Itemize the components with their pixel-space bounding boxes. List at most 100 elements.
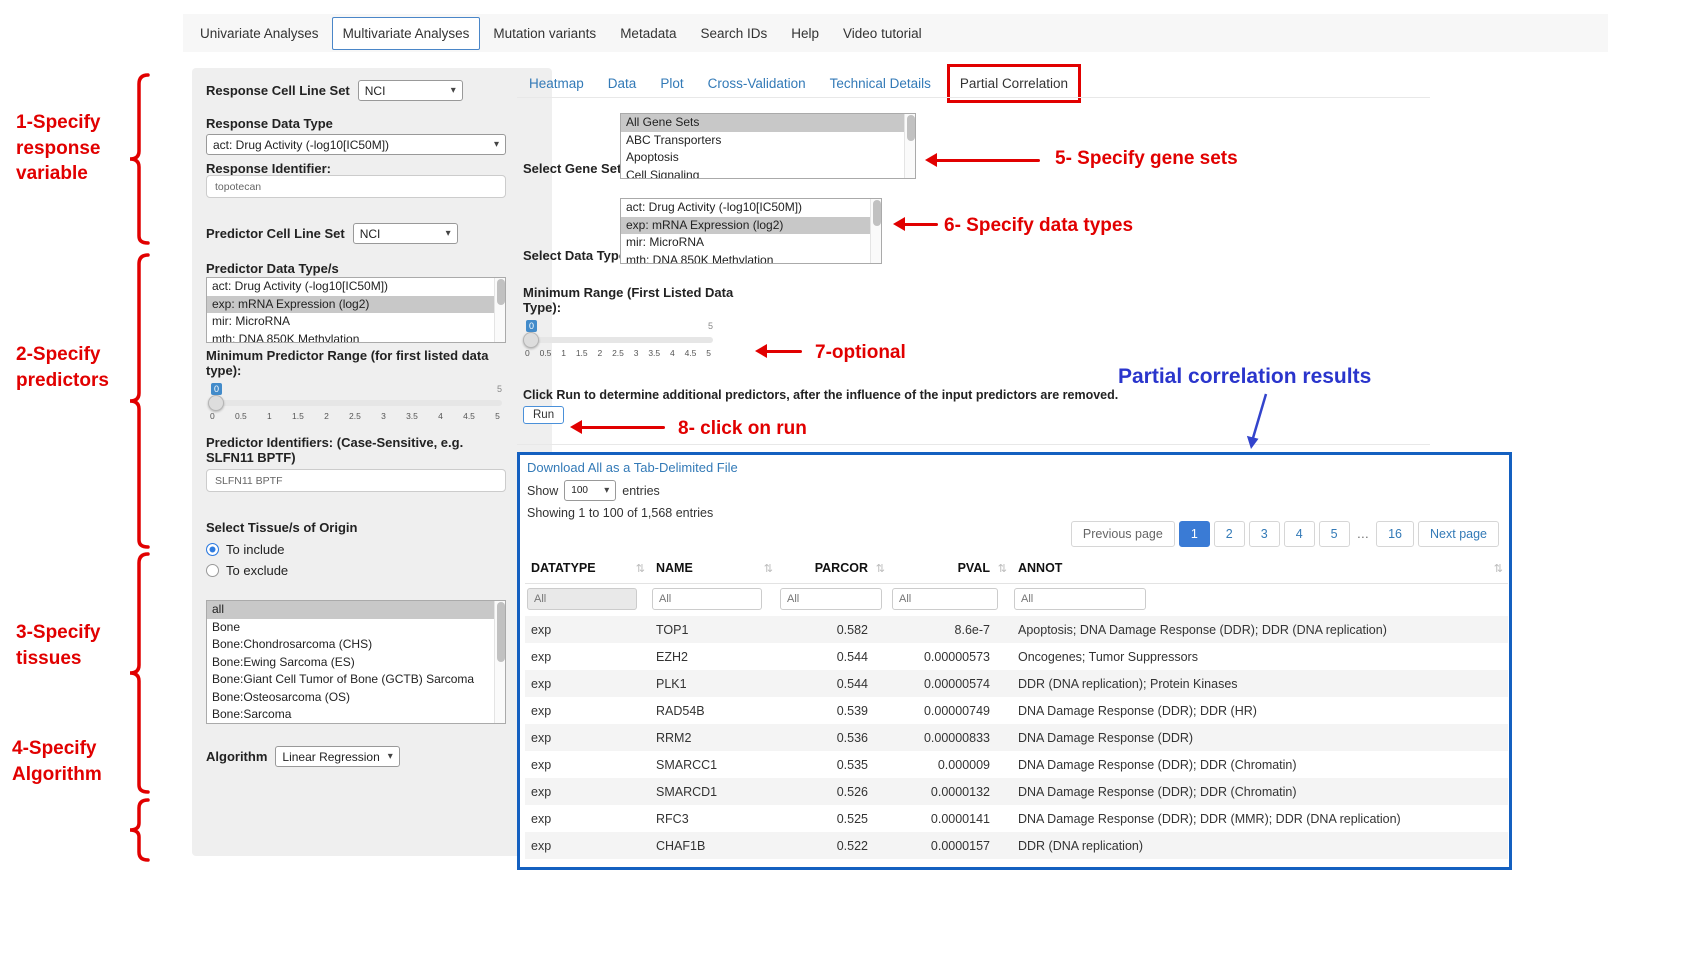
gene-set-option[interactable]: All Gene Sets [621, 114, 915, 132]
tab-search-ids[interactable]: Search IDs [689, 17, 778, 50]
algorithm-select[interactable]: Linear Regression ▾ [275, 746, 399, 767]
tissue-option[interactable]: Bone:Ewing Sarcoma (ES) [207, 654, 505, 672]
tick-label: 1.5 [576, 348, 588, 358]
table-row[interactable]: exp RRM2 0.536 0.00000833 DNA Damage Res… [525, 724, 1508, 751]
page-button-4[interactable]: 4 [1284, 521, 1315, 547]
column-header-name[interactable]: NAME⇅ [650, 553, 778, 584]
predictor-data-type-option[interactable]: mth: DNA 850K Methylation [207, 331, 505, 344]
slider-track[interactable] [523, 337, 713, 343]
min-predictor-range-slider[interactable]: 5 0 00.511.522.533.544.55 [208, 383, 502, 427]
gene-set-option[interactable]: Apoptosis [621, 149, 915, 167]
table-row[interactable]: exp TOP1 0.582 8.6e-7 Apoptosis; DNA Dam… [525, 616, 1508, 643]
response-cell-line-select[interactable]: NCI ▾ [358, 80, 463, 101]
slider-track[interactable] [208, 400, 502, 406]
table-row[interactable]: exp RAD54B 0.539 0.00000749 DNA Damage R… [525, 697, 1508, 724]
tab-help[interactable]: Help [780, 17, 830, 50]
tissue-option[interactable]: Peripheral_Nervous_System [207, 724, 505, 725]
slider-handle[interactable] [208, 395, 224, 411]
tissue-include-radio[interactable]: To include [206, 542, 285, 557]
predictor-identifiers-input[interactable] [206, 469, 506, 492]
tissue-option[interactable]: all [207, 601, 505, 619]
column-header-datatype[interactable]: DATATYPE⇅ [525, 553, 650, 584]
filter-annot-input[interactable] [1014, 588, 1146, 610]
gene-sets-listbox[interactable]: All Gene Sets ABC Transporters Apoptosis… [620, 113, 916, 179]
predictor-data-type-option[interactable]: mir: MicroRNA [207, 313, 505, 331]
scrollbar-thumb[interactable] [497, 602, 505, 662]
response-data-type-select[interactable]: act: Drug Activity (-log10[IC50M]) ▾ [206, 134, 506, 155]
filter-parcor-input[interactable] [780, 588, 882, 610]
cell-pval: 0.00000573 [890, 643, 1012, 670]
column-header-annot[interactable]: ANNOT⇅ [1012, 553, 1508, 584]
data-type-option[interactable]: mir: MicroRNA [621, 234, 881, 252]
data-type-option[interactable]: mth: DNA 850K Methylation [621, 252, 881, 265]
scrollbar-thumb[interactable] [873, 200, 881, 226]
table-row[interactable]: exp PLK1 0.544 0.00000574 DDR (DNA repli… [525, 670, 1508, 697]
filter-pval-input[interactable] [892, 588, 998, 610]
column-header-parcor[interactable]: PARCOR⇅ [778, 553, 890, 584]
filter-datatype-input[interactable] [527, 588, 637, 610]
min-range-slider[interactable]: 5 0 00.511.522.533.544.55 [523, 320, 713, 364]
subtab-plot[interactable]: Plot [648, 68, 695, 99]
tissue-option[interactable]: Bone [207, 619, 505, 637]
data-type-option[interactable]: act: Drug Activity (-log10[IC50M]) [621, 199, 881, 217]
table-row[interactable]: exp SMARCD1 0.526 0.0000132 DNA Damage R… [525, 778, 1508, 805]
tab-mutation-variants[interactable]: Mutation variants [482, 17, 607, 50]
tissue-option[interactable]: Bone:Sarcoma [207, 706, 505, 724]
slider-handle[interactable] [523, 332, 539, 348]
tissue-exclude-radio[interactable]: To exclude [206, 563, 288, 578]
page-button-16[interactable]: 16 [1376, 521, 1414, 547]
predictor-cell-line-value: NCI [360, 227, 381, 241]
cell-name: PLK1 [650, 670, 778, 697]
data-types-listbox[interactable]: act: Drug Activity (-log10[IC50M]) exp: … [620, 198, 882, 264]
subtab-data[interactable]: Data [596, 68, 649, 99]
column-header-pval[interactable]: PVAL⇅ [890, 553, 1012, 584]
predictor-cell-line-select[interactable]: NCI ▾ [353, 223, 458, 244]
page-button-3[interactable]: 3 [1249, 521, 1280, 547]
gene-set-option[interactable]: Cell Signaling [621, 167, 915, 180]
page-ellipsis[interactable]: … [1354, 522, 1373, 546]
tissue-listbox[interactable]: all Bone Bone:Chondrosarcoma (CHS) Bone:… [206, 600, 506, 724]
table-row[interactable]: exp CHAF1B 0.522 0.0000157 DDR (DNA repl… [525, 832, 1508, 859]
tab-video-tutorial[interactable]: Video tutorial [832, 17, 933, 50]
scrollbar[interactable] [904, 114, 915, 178]
predictor-data-types-listbox[interactable]: act: Drug Activity (-log10[IC50M]) exp: … [206, 277, 506, 343]
table-row[interactable]: exp SMARCC1 0.535 0.000009 DNA Damage Re… [525, 751, 1508, 778]
tissue-option[interactable]: Bone:Osteosarcoma (OS) [207, 689, 505, 707]
sort-icon[interactable]: ⇅ [764, 562, 773, 575]
tab-univariate-analyses[interactable]: Univariate Analyses [189, 17, 330, 50]
tissue-option[interactable]: Bone:Chondrosarcoma (CHS) [207, 636, 505, 654]
tab-metadata[interactable]: Metadata [609, 17, 687, 50]
sort-icon[interactable]: ⇅ [998, 562, 1007, 575]
download-link[interactable]: Download All as a Tab-Delimited File [527, 460, 738, 475]
scrollbar-thumb[interactable] [907, 115, 915, 141]
subtab-cross-validation[interactable]: Cross-Validation [696, 68, 818, 99]
gene-set-option[interactable]: ABC Transporters [621, 132, 915, 150]
subtab-technical-details[interactable]: Technical Details [818, 68, 943, 99]
predictor-data-type-option[interactable]: exp: mRNA Expression (log2) [207, 296, 505, 314]
tick-label: 1 [561, 348, 566, 358]
subtab-heatmap[interactable]: Heatmap [517, 68, 596, 99]
predictor-data-type-option[interactable]: act: Drug Activity (-log10[IC50M]) [207, 278, 505, 296]
table-row[interactable]: exp RFC3 0.525 0.0000141 DNA Damage Resp… [525, 805, 1508, 832]
page-button-2[interactable]: 2 [1214, 521, 1245, 547]
page-button-5[interactable]: 5 [1319, 521, 1350, 547]
scrollbar[interactable] [870, 199, 881, 263]
data-type-option[interactable]: exp: mRNA Expression (log2) [621, 217, 881, 235]
table-row[interactable]: exp EZH2 0.544 0.00000573 Oncogenes; Tum… [525, 643, 1508, 670]
tab-multivariate-analyses[interactable]: Multivariate Analyses [332, 17, 481, 50]
entries-select[interactable]: 100 ▾ [564, 480, 616, 501]
sort-icon[interactable]: ⇅ [1494, 562, 1503, 575]
run-button[interactable]: Run [523, 406, 564, 424]
sort-icon[interactable]: ⇅ [876, 562, 885, 575]
response-identifier-input[interactable] [206, 175, 506, 198]
tissue-option[interactable]: Bone:Giant Cell Tumor of Bone (GCTB) Sar… [207, 671, 505, 689]
next-page-button[interactable]: Next page [1418, 521, 1499, 547]
response-cell-line-label: Response Cell Line Set [206, 83, 350, 98]
sort-icon[interactable]: ⇅ [636, 562, 645, 575]
scrollbar[interactable] [494, 278, 505, 342]
previous-page-button[interactable]: Previous page [1071, 521, 1175, 547]
filter-name-input[interactable] [652, 588, 762, 610]
page-button-1[interactable]: 1 [1179, 521, 1210, 547]
scrollbar-thumb[interactable] [497, 279, 505, 305]
scrollbar[interactable] [494, 601, 505, 723]
